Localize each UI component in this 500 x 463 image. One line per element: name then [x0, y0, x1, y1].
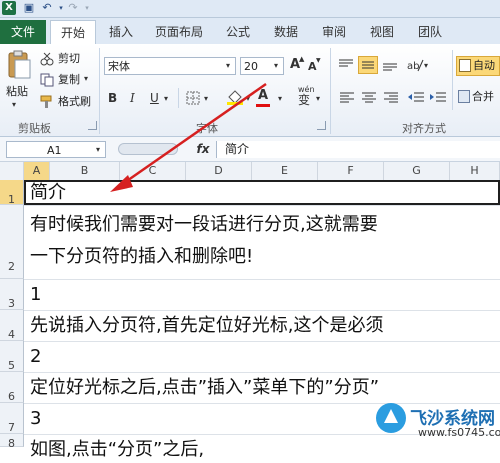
annotation-arrow-icon: [110, 82, 267, 192]
watermark-url: www.fs0745.com: [418, 426, 500, 439]
watermark-logo-icon: [376, 403, 406, 433]
